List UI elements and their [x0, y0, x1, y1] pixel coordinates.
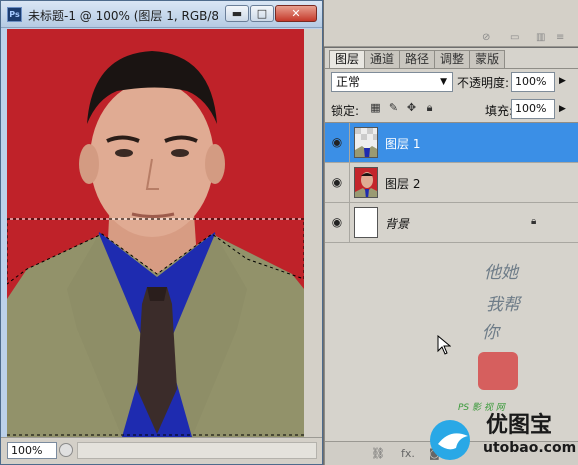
- maximize-icon: □: [256, 7, 268, 20]
- lock-position-icon[interactable]: ✥: [405, 101, 418, 114]
- layers-panel: 图层 通道 路径 调整 蒙版 正常 ▼ 不透明度: 100% ▶ 锁定: ▦ ✎…: [324, 48, 578, 465]
- fill-label: 填充:: [485, 104, 514, 118]
- layer-name[interactable]: 背景: [385, 215, 409, 232]
- tab-layers[interactable]: 图层: [329, 50, 366, 68]
- panel-tabs: 图层 通道 路径 调整 蒙版: [329, 50, 506, 68]
- document-titlebar[interactable]: Ps 未标题-1 @ 100% (图层 1, RGB/8... ▬ □ ✕: [1, 1, 322, 28]
- watermark-bird-logo: [430, 420, 470, 460]
- tab-channels[interactable]: 通道: [364, 50, 401, 68]
- watermark-calligraphy-line2: 我帮: [486, 295, 520, 315]
- zoom-field[interactable]: 100%: [7, 442, 57, 459]
- lock-pixels-icon[interactable]: ✎: [387, 101, 400, 114]
- chevron-down-icon: ▼: [440, 77, 447, 87]
- watermark-brand-url: utobao.com: [483, 440, 577, 456]
- layer-thumbnail: [354, 207, 378, 238]
- horizontal-scrollbar[interactable]: [77, 442, 317, 459]
- tab-paths[interactable]: 路径: [399, 50, 436, 68]
- watermark-brand-name: 优图宝: [486, 413, 553, 438]
- fill-slider-icon[interactable]: ▶: [559, 104, 566, 114]
- close-icon: ✕: [291, 7, 301, 20]
- close-button[interactable]: ✕: [275, 5, 317, 22]
- status-bar: 100%: [1, 437, 322, 464]
- minimize-icon: ▬: [231, 7, 243, 20]
- layer-name[interactable]: 图层 2: [385, 175, 420, 192]
- minimize-button[interactable]: ▬: [225, 5, 249, 22]
- mouse-cursor-icon: [437, 335, 451, 355]
- watermark-seal-stamp: [478, 352, 518, 390]
- status-info-icon[interactable]: [59, 443, 73, 457]
- layer-thumbnail: [354, 127, 378, 158]
- lock-label: 锁定:: [331, 104, 360, 118]
- layer-style-button[interactable]: fx.: [401, 446, 415, 462]
- opacity-label: 不透明度:: [457, 76, 510, 90]
- layer-lock-icon: 🔒︎: [531, 216, 537, 227]
- blend-mode-select[interactable]: 正常 ▼: [331, 72, 453, 92]
- vertical-scrollbar[interactable]: [304, 29, 322, 437]
- portrait-photo: [7, 29, 304, 437]
- trash-icon[interactable]: ▥: [536, 33, 548, 43]
- visibility-eye-icon[interactable]: ◉: [329, 174, 345, 190]
- eye-divider: [349, 163, 350, 202]
- link-layers-icon[interactable]: ⛓: [371, 446, 385, 462]
- tab-divider: [325, 68, 578, 69]
- tab-masks[interactable]: 蒙版: [469, 50, 506, 68]
- upper-panel: ⊘ ▭ ▥ ≡: [324, 0, 578, 47]
- photoshop-app-icon: Ps: [7, 7, 22, 22]
- lock-transparent-icon[interactable]: ▦: [369, 101, 382, 114]
- watermark-calligraphy-line3: 你: [482, 323, 499, 343]
- eye-divider: [349, 123, 350, 162]
- eye-divider: [349, 203, 350, 242]
- document-window: Ps 未标题-1 @ 100% (图层 1, RGB/8... ▬ □ ✕ 10…: [0, 0, 323, 465]
- opacity-slider-icon[interactable]: ▶: [559, 76, 566, 86]
- layers-list: ◉ 图层 1 ◉ 图层 2 ◉ 背景 🔒︎: [325, 122, 578, 243]
- tab-adjustments[interactable]: 调整: [434, 50, 471, 68]
- lock-all-icon[interactable]: 🔒︎: [423, 101, 436, 114]
- watermark-calligraphy-line1: 他她: [484, 263, 518, 283]
- opacity-field[interactable]: 100%: [511, 72, 555, 92]
- screenshot-root: Ps 未标题-1 @ 100% (图层 1, RGB/8... ▬ □ ✕ 10…: [0, 0, 578, 465]
- layer-row[interactable]: ◉ 图层 2: [325, 163, 578, 203]
- panel-menu-icon[interactable]: ≡: [556, 33, 568, 43]
- visibility-eye-icon[interactable]: ◉: [329, 214, 345, 230]
- cancel-icon[interactable]: ⊘: [482, 33, 494, 43]
- fill-field[interactable]: 100%: [511, 99, 555, 119]
- visibility-eye-icon[interactable]: ◉: [329, 134, 345, 150]
- new-item-icon[interactable]: ▭: [510, 33, 522, 43]
- layer-thumbnail: [354, 167, 378, 198]
- layer-name[interactable]: 图层 1: [385, 135, 420, 152]
- layer-row[interactable]: ◉ 图层 1: [325, 123, 578, 163]
- photo-canvas[interactable]: [7, 29, 304, 437]
- maximize-button[interactable]: □: [250, 5, 274, 22]
- blend-mode-value: 正常: [336, 75, 361, 89]
- layer-row[interactable]: ◉ 背景 🔒︎: [325, 203, 578, 243]
- document-title: 未标题-1 @ 100% (图层 1, RGB/8...: [28, 9, 218, 23]
